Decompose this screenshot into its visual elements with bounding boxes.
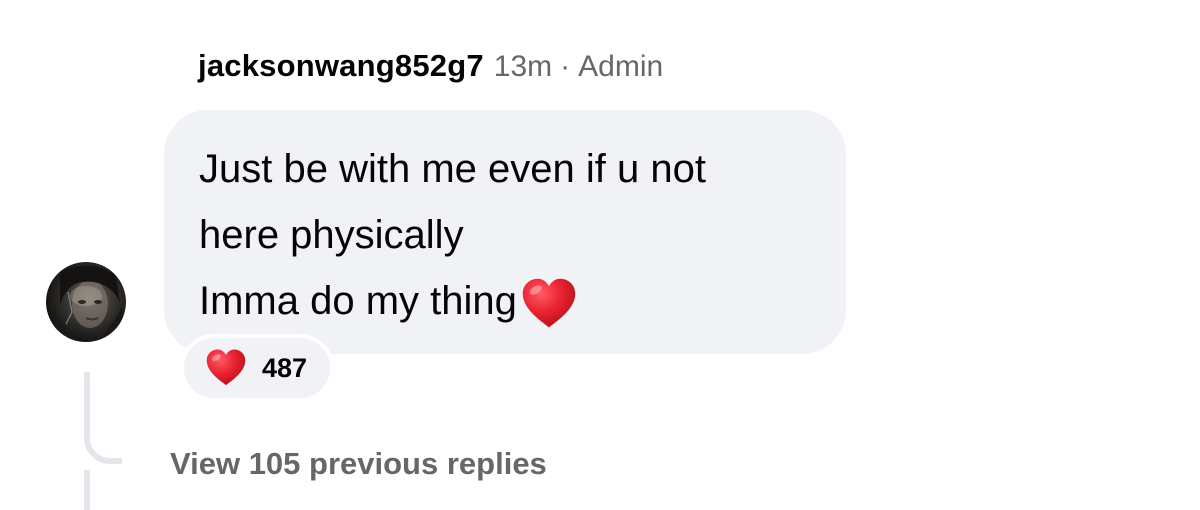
comment-text-line: here physically	[199, 213, 464, 257]
avatar-image	[54, 265, 126, 342]
heart-reaction-icon	[206, 349, 246, 386]
heart-emoji-icon	[522, 278, 576, 328]
comment-timestamp[interactable]: 13m	[494, 50, 552, 83]
thread-line-continuation	[84, 470, 90, 510]
comment-text-line-with-emoji: Imma do my thing	[199, 268, 816, 334]
comment-meta: 13m · Admin	[494, 50, 663, 84]
comment-header: jacksonwang852g7 13m · Admin	[198, 48, 663, 92]
author-avatar[interactable]	[46, 262, 126, 342]
comment-text-line: Just be with me even if u not	[199, 147, 706, 191]
comment-author-name[interactable]: jacksonwang852g7	[198, 48, 484, 84]
comment-bubble[interactable]: Just be with me even if u not here physi…	[164, 110, 846, 354]
author-role-badge: Admin	[578, 50, 664, 83]
view-previous-replies-link[interactable]: View 105 previous replies	[170, 446, 547, 482]
reaction-summary[interactable]: 487	[180, 334, 334, 402]
comment-text: Imma do my thing	[199, 279, 517, 323]
reaction-count: 487	[262, 352, 308, 383]
reply-thread-connector	[84, 372, 122, 464]
meta-separator: ·	[560, 50, 571, 83]
